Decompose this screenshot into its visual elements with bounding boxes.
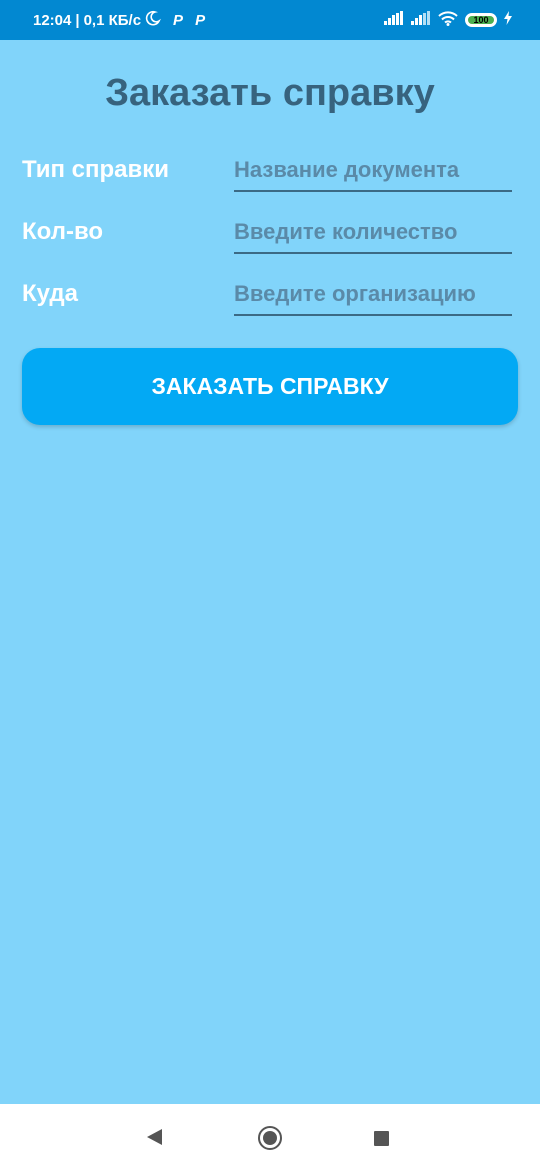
battery-level: 100: [473, 15, 489, 25]
back-icon[interactable]: [147, 1129, 162, 1145]
wifi-icon: [438, 10, 458, 30]
recents-icon[interactable]: [374, 1131, 389, 1146]
p-app-icon: P: [195, 11, 206, 29]
status-left: 12:04 | 0,1 КБ/с P P: [33, 0, 205, 40]
quantity-input[interactable]: [234, 212, 512, 254]
home-icon[interactable]: [258, 1126, 282, 1150]
order-certificate-button[interactable]: ЗАКАЗАТЬ СПРАВКУ: [22, 348, 518, 425]
status-right: 100: [384, 0, 512, 40]
battery-icon: 100: [465, 13, 497, 27]
status-separator: |: [75, 11, 80, 29]
page-title: Заказать справку: [105, 72, 435, 114]
destination-label: Куда: [22, 280, 78, 307]
document-type-label: Тип справки: [22, 156, 170, 183]
moon-icon: [145, 10, 162, 30]
status-time: 12:04: [33, 11, 72, 29]
status-bar: 12:04 | 0,1 КБ/с P P 100: [0, 0, 540, 40]
document-type-input[interactable]: [234, 150, 512, 192]
signal-icon: [384, 11, 404, 29]
destination-row: Куда: [22, 274, 518, 322]
document-type-row: Тип справки: [22, 150, 518, 198]
charging-icon: [504, 11, 512, 29]
signal-icon: [411, 11, 431, 29]
quantity-row: Кол-во: [22, 212, 518, 260]
destination-input[interactable]: [234, 274, 512, 316]
p-app-icon: P: [173, 11, 184, 29]
navigation-bar: [0, 1104, 540, 1170]
status-net-speed: 0,1 КБ/с: [83, 11, 142, 29]
quantity-label: Кол-во: [22, 218, 104, 245]
